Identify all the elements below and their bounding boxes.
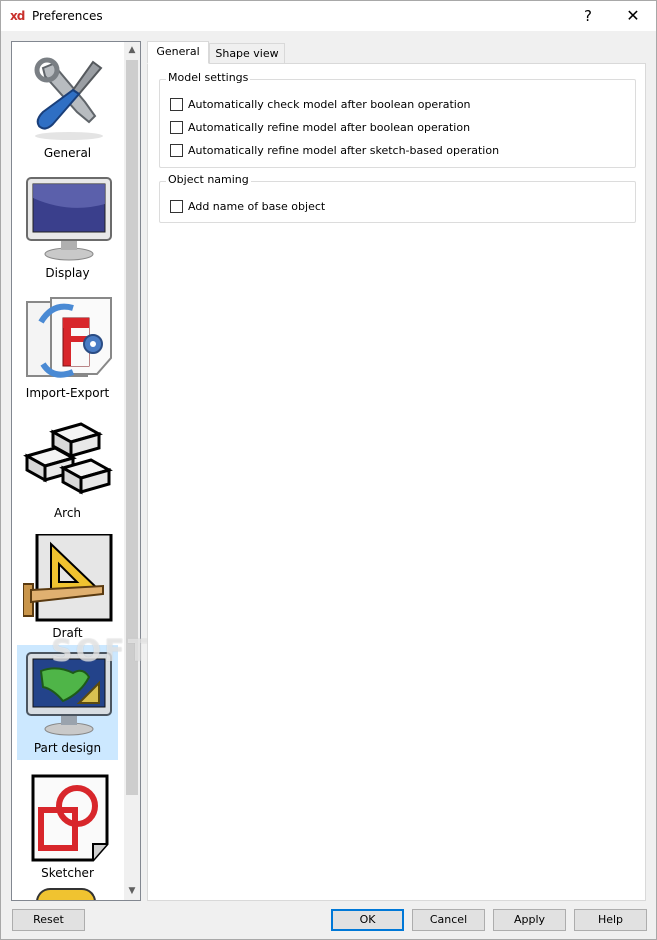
category-label: Part design: [33, 741, 102, 755]
checkbox-label: Automatically refine model after sketch-…: [188, 144, 500, 157]
category-import-export[interactable]: Import-Export: [17, 290, 118, 405]
checkbox-label: Automatically refine model after boolean…: [188, 121, 471, 134]
partial-category-icon: [36, 888, 96, 900]
preferences-window: xd Preferences ? ✕ General Display Impor…: [0, 0, 657, 940]
category-label: Arch: [53, 506, 82, 520]
checkbox[interactable]: [170, 121, 183, 134]
window-title: Preferences: [32, 9, 103, 23]
object-naming-group: Object naming Add name of base object: [159, 173, 636, 223]
bricks-icon: [23, 422, 113, 495]
category-label: Display: [45, 266, 90, 280]
tab-general[interactable]: General: [147, 41, 209, 64]
category-arch[interactable]: Arch: [17, 410, 118, 525]
group-title: Object naming: [166, 173, 251, 187]
scroll-thumb[interactable]: [126, 60, 138, 795]
category-label: Sketcher: [41, 866, 94, 880]
checkbox-label: Automatically check model after boolean …: [188, 98, 471, 111]
sketcher-icon: [31, 774, 109, 862]
tab-shape-view[interactable]: Shape view: [209, 43, 285, 65]
scroll-up-icon[interactable]: ▲: [124, 42, 140, 59]
model-settings-group: Model settings Automatically check model…: [159, 71, 636, 168]
category-general[interactable]: General: [17, 50, 118, 165]
category-sketcher[interactable]: Sketcher: [17, 770, 118, 885]
checkbox[interactable]: [170, 144, 183, 157]
category-label: General: [43, 146, 92, 160]
category-display[interactable]: Display: [17, 170, 118, 285]
ok-button[interactable]: OK: [331, 909, 404, 931]
wrench-screwdriver-icon: [34, 57, 103, 140]
apply-button[interactable]: Apply: [493, 909, 566, 931]
category-list: General Display Import-Export Arch Draft…: [11, 41, 141, 901]
general-tab-panel: Model settings Automatically check model…: [147, 63, 646, 901]
import-export-icon: [26, 297, 112, 378]
title-bar: xd Preferences ? ✕: [1, 1, 656, 31]
close-icon[interactable]: ✕: [610, 1, 656, 31]
group-title: Model settings: [166, 71, 251, 85]
cancel-button[interactable]: Cancel: [412, 909, 485, 931]
category-scrollbar[interactable]: ▲ ▼: [124, 42, 140, 900]
checkbox[interactable]: [170, 98, 183, 111]
help-button[interactable]: Help: [574, 909, 647, 931]
app-logo-icon: xd: [10, 9, 25, 23]
help-question-icon[interactable]: ?: [565, 1, 611, 31]
checkbox-label: Add name of base object: [188, 200, 326, 213]
set-square-icon: [23, 534, 113, 622]
scroll-down-icon[interactable]: ▼: [124, 883, 140, 900]
checkbox[interactable]: [170, 200, 183, 213]
category-label: Import-Export: [25, 386, 110, 400]
monitor-icon: [26, 177, 112, 261]
reset-button[interactable]: Reset: [12, 909, 85, 931]
category-draft[interactable]: Draft: [17, 530, 118, 645]
